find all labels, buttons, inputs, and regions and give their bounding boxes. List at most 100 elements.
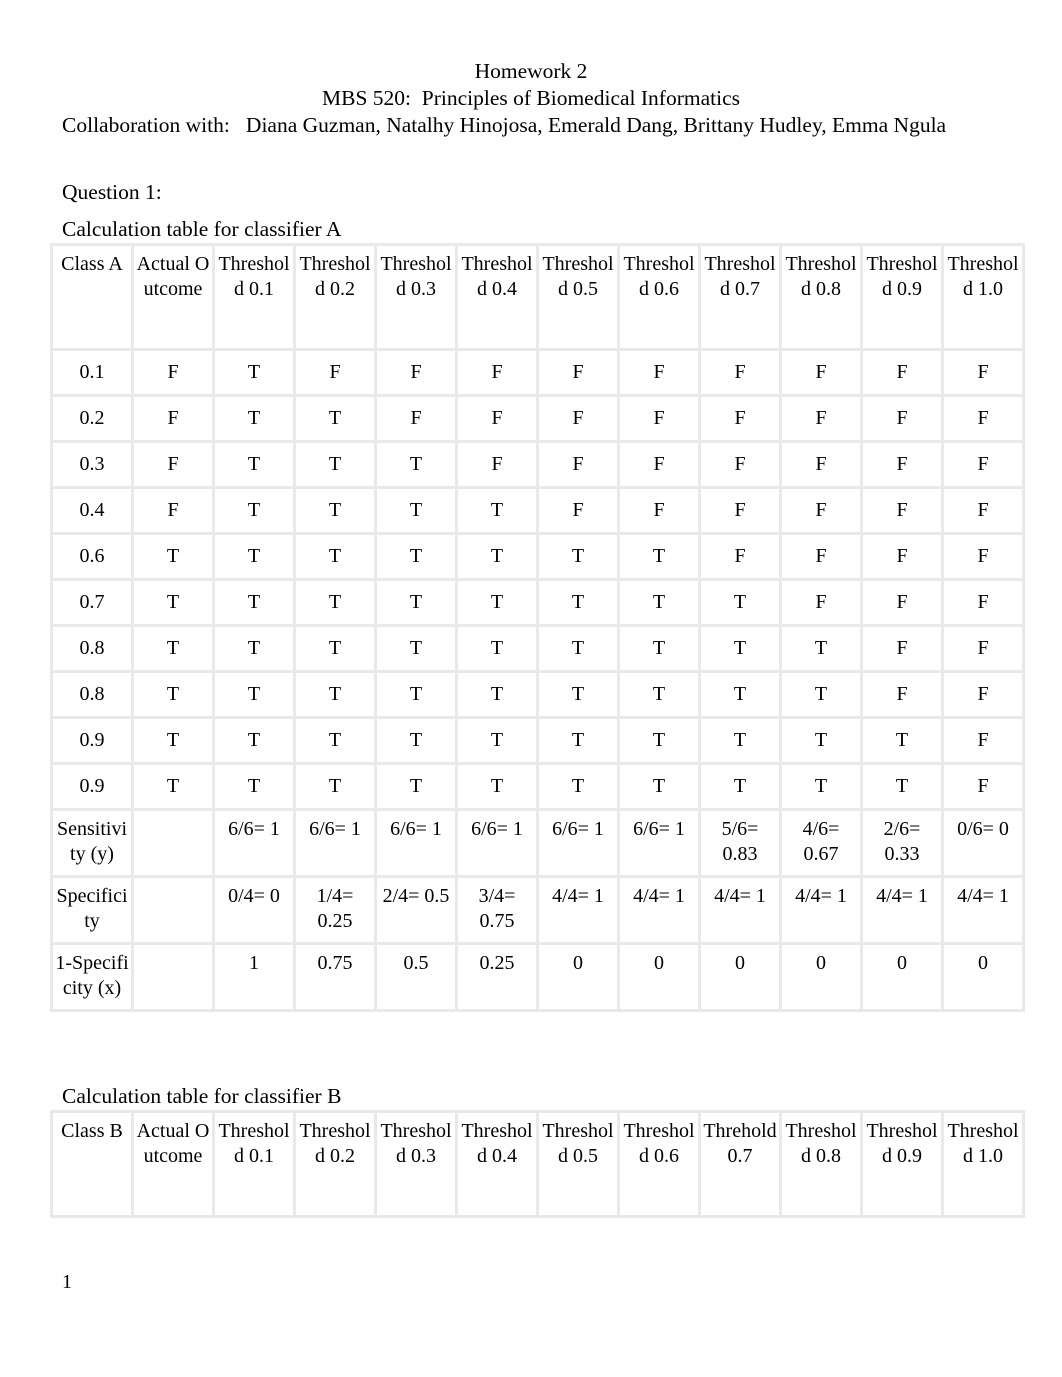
prediction-cell: T <box>539 581 617 624</box>
summary-row-label: Specificity <box>53 878 131 942</box>
prediction-cell: F <box>944 719 1022 762</box>
table-row: 0.8 T T T T T T T T T F F <box>53 627 1022 670</box>
prediction-cell: T <box>539 673 617 716</box>
table-a-column-header-5: Threshold 0.4 <box>458 246 536 348</box>
prediction-cell: F <box>620 489 698 532</box>
summary-value-cell: 0 <box>539 945 617 1009</box>
summary-value-cell: 0 <box>620 945 698 1009</box>
prediction-cell: T <box>296 489 374 532</box>
table-a-column-header-10: Threshold 0.9 <box>863 246 941 348</box>
summary-value-cell: 6/6= 1 <box>620 811 698 875</box>
prediction-cell: T <box>134 719 212 762</box>
prediction-cell: T <box>377 535 455 578</box>
prediction-cell: F <box>296 351 374 394</box>
document-title: Homework 2 <box>474 59 588 83</box>
prediction-cell: F <box>944 765 1022 808</box>
prediction-cell: T <box>539 535 617 578</box>
table-row: 0.9 T T T T T T T T T T F <box>53 719 1022 762</box>
prediction-cell: T <box>458 765 536 808</box>
prediction-cell: F <box>134 443 212 486</box>
prediction-cell: T <box>296 581 374 624</box>
prediction-cell: F <box>134 397 212 440</box>
table-b-column-header-2: Threshold 0.1 <box>215 1113 293 1215</box>
summary-value-cell <box>134 945 212 1009</box>
table-b-header: Class B Actual Outcome Threshold 0.1 Thresh… <box>53 1113 1022 1215</box>
prediction-cell: F <box>944 397 1022 440</box>
table-row: 0.3 F T T T F F F F F F F <box>53 443 1022 486</box>
prediction-cell: T <box>377 443 455 486</box>
prediction-cell: T <box>377 719 455 762</box>
summary-value-cell: 1 <box>215 945 293 1009</box>
prediction-cell: F <box>458 351 536 394</box>
summary-value-cell: 0.5 <box>377 945 455 1009</box>
caption-classifier-b: Calculation table for classifier B <box>62 1084 342 1108</box>
summary-value-cell: 0.75 <box>296 945 374 1009</box>
prediction-cell: T <box>134 627 212 670</box>
table-row: 0.4 F T T T T F F F F F F <box>53 489 1022 532</box>
table-a-column-header-9: Threshold 0.8 <box>782 246 860 348</box>
prediction-cell: T <box>296 765 374 808</box>
table-row: 0.9 T T T T T T T T T T F <box>53 765 1022 808</box>
summary-value-cell: 3/4= 0.75 <box>458 878 536 942</box>
prediction-cell: T <box>782 673 860 716</box>
table-b-column-header-9: Threshold 0.8 <box>782 1113 860 1215</box>
prediction-cell: T <box>458 489 536 532</box>
prediction-cell: F <box>701 443 779 486</box>
classifier-a-table: Class A Actual Outcome Threshold 0.1 Thresh… <box>50 243 1025 1012</box>
prediction-cell: F <box>377 351 455 394</box>
prediction-cell: F <box>701 351 779 394</box>
prediction-cell: F <box>620 397 698 440</box>
prediction-cell: F <box>782 489 860 532</box>
course-subtitle: MBS 520: Principles of Biomedical Inform… <box>321 86 740 110</box>
class-score-cell: 0.6 <box>53 535 131 578</box>
table-b-column-header-3: Threshold 0.2 <box>296 1113 374 1215</box>
prediction-cell: F <box>944 627 1022 670</box>
prediction-cell: F <box>134 351 212 394</box>
prediction-cell: F <box>782 535 860 578</box>
question-1-label: Question 1: <box>62 180 162 204</box>
prediction-cell: F <box>782 581 860 624</box>
prediction-cell: F <box>458 397 536 440</box>
prediction-cell: T <box>215 719 293 762</box>
prediction-cell: F <box>863 489 941 532</box>
prediction-cell: F <box>863 397 941 440</box>
caption-classifier-a: Calculation table for classifier A <box>62 217 342 241</box>
summary-value-cell: 0.25 <box>458 945 536 1009</box>
prediction-cell: T <box>377 581 455 624</box>
prediction-cell: T <box>215 397 293 440</box>
prediction-cell: T <box>701 627 779 670</box>
class-score-cell: 0.3 <box>53 443 131 486</box>
summary-value-cell: 5/6= 0.83 <box>701 811 779 875</box>
class-score-cell: 0.4 <box>53 489 131 532</box>
table-row: Class B Actual Outcome Threshold 0.1 Thresh… <box>53 1113 1022 1215</box>
prediction-cell: F <box>863 351 941 394</box>
summary-value-cell: 0 <box>944 945 1022 1009</box>
prediction-cell: F <box>539 351 617 394</box>
summary-value-cell: 4/4= 1 <box>944 878 1022 942</box>
document-page: Homework 2 MBS 520: Principles of Biomed… <box>0 0 1062 1377</box>
prediction-cell: F <box>782 351 860 394</box>
table-b-column-header-8: Threhold 0.7 <box>701 1113 779 1215</box>
prediction-cell: T <box>215 535 293 578</box>
summary-value-cell: 0 <box>782 945 860 1009</box>
summary-row-label: Sensitivity (y) <box>53 811 131 875</box>
prediction-cell: T <box>620 535 698 578</box>
prediction-cell: T <box>620 673 698 716</box>
class-score-cell: 0.9 <box>53 765 131 808</box>
table-b-column-header-0: Class B <box>53 1113 131 1215</box>
prediction-cell: T <box>215 627 293 670</box>
summary-row-label: 1-Specificity (x) <box>53 945 131 1009</box>
table-a-column-header-2: Threshold 0.1 <box>215 246 293 348</box>
prediction-cell: T <box>296 627 374 670</box>
prediction-cell: T <box>377 627 455 670</box>
prediction-cell: F <box>863 627 941 670</box>
classifier-b-table-wrapper: Class B Actual Outcome Threshold 0.1 Thresh… <box>50 1110 1025 1218</box>
prediction-cell: F <box>134 489 212 532</box>
table-a-column-header-7: Threshold 0.6 <box>620 246 698 348</box>
summary-value-cell <box>134 878 212 942</box>
prediction-cell: T <box>134 765 212 808</box>
prediction-cell: F <box>944 581 1022 624</box>
summary-value-cell <box>134 811 212 875</box>
prediction-cell: F <box>944 673 1022 716</box>
summary-value-cell: 6/6= 1 <box>539 811 617 875</box>
